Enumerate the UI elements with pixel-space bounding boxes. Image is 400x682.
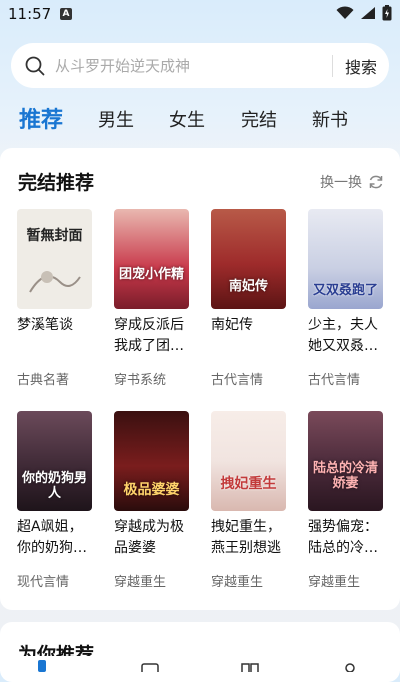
book-cover[interactable]: 极品婆婆 <box>114 411 189 511</box>
book-category: 穿越重生 <box>308 575 361 590</box>
book-category: 现代言情 <box>17 575 70 590</box>
book-cover[interactable]: 南妃传 <box>211 209 286 309</box>
book-category: 穿越重生 <box>114 575 167 590</box>
cover-title: 又双叒跑了 <box>312 283 378 298</box>
book-cover[interactable]: 团宠小作精 <box>114 209 189 309</box>
book-item[interactable]: 陆总的冷清娇妻 强势偏宠：陆总的冷… 穿越重生 <box>308 411 384 590</box>
book-title: 穿越成为极品婆婆 <box>114 519 184 556</box>
book-cover[interactable]: 你的奶狗男人 <box>17 411 92 511</box>
signal-icon <box>361 7 375 19</box>
tab-male[interactable]: 男生 <box>98 104 134 138</box>
tab-new-books[interactable]: 新书 <box>312 104 348 138</box>
book-item[interactable]: 又双叒跑了 少主，夫人她又双叒… 古代言情 <box>308 209 384 388</box>
search-bar[interactable]: 搜索 <box>11 43 389 88</box>
section-title: 完结推荐 <box>18 172 95 194</box>
status-icons <box>336 5 392 21</box>
category-tabs: 推荐 男生 女生 完结 新书 <box>0 104 400 138</box>
book-category: 古代言情 <box>211 373 264 388</box>
notification-badge: A <box>60 8 72 20</box>
bottom-nav <box>0 656 400 672</box>
completed-recommend-section: 完结推荐 换一换 暂無封面 梦溪笔谈 古典名著 团宠小作精 穿成反派后我成了团…… <box>0 148 400 610</box>
book-category: 古典名著 <box>17 373 70 388</box>
book-item[interactable]: 你的奶狗男人 超A飒姐，你的奶狗… 现代言情 <box>17 411 93 590</box>
search-input[interactable] <box>53 55 332 76</box>
refresh-button[interactable]: 换一换 <box>320 172 384 192</box>
search-icon <box>25 56 45 75</box>
cover-illustration <box>29 271 81 293</box>
cover-title: 极品婆婆 <box>123 482 180 498</box>
book-title: 超A飒姐，你的奶狗… <box>17 519 87 556</box>
category-nav-icon[interactable] <box>140 660 160 672</box>
book-item[interactable]: 拽妃重生 拽妃重生，燕王别想逃 穿越重生 <box>211 411 287 590</box>
bookstore-nav-icon[interactable] <box>32 660 52 672</box>
book-title: 南妃传 <box>211 317 253 333</box>
book-cover[interactable]: 拽妃重生 <box>211 411 286 511</box>
status-time: 11:57 <box>8 5 52 23</box>
battery-icon <box>382 5 392 21</box>
book-title: 穿成反派后我成了团… <box>114 317 184 354</box>
for-you-section: 为你推荐 <box>0 622 400 682</box>
cover-title: 你的奶狗男人 <box>21 471 87 501</box>
cover-title: 暂無封面 <box>26 228 83 244</box>
book-item[interactable]: 南妃传 南妃传 古代言情 <box>211 209 287 388</box>
cover-title: 拽妃重生 <box>220 476 277 492</box>
tab-female[interactable]: 女生 <box>169 104 205 138</box>
cover-title: 南妃传 <box>228 279 268 294</box>
book-title: 拽妃重生，燕王别想逃 <box>211 519 281 556</box>
bookshelf-nav-icon[interactable] <box>240 660 260 672</box>
status-bar: 11:57 A <box>0 0 400 30</box>
book-title: 少主，夫人她又双叒… <box>308 317 378 354</box>
book-title: 梦溪笔谈 <box>17 317 73 333</box>
cover-title: 团宠小作精 <box>118 267 184 282</box>
book-category: 古代言情 <box>308 373 361 388</box>
refresh-icon <box>369 175 383 189</box>
book-item[interactable]: 团宠小作精 穿成反派后我成了团… 穿书系统 <box>114 209 190 388</box>
refresh-label: 换一换 <box>320 175 362 191</box>
book-item[interactable]: 极品婆婆 穿越成为极品婆婆 穿越重生 <box>114 411 190 590</box>
cover-title: 陆总的冷清娇妻 <box>312 461 378 491</box>
search-button[interactable]: 搜索 <box>333 54 389 78</box>
book-cover[interactable]: 陆总的冷清娇妻 <box>308 411 383 511</box>
book-item[interactable]: 暂無封面 梦溪笔谈 古典名著 <box>17 209 93 388</box>
book-cover[interactable]: 暂無封面 <box>17 209 92 309</box>
book-category: 穿书系统 <box>114 373 167 388</box>
tab-recommend[interactable]: 推荐 <box>19 104 63 138</box>
book-category: 穿越重生 <box>211 575 264 590</box>
book-title: 强势偏宠：陆总的冷… <box>308 519 378 556</box>
profile-nav-icon[interactable] <box>340 660 360 672</box>
tab-completed[interactable]: 完结 <box>241 104 277 138</box>
wifi-icon <box>336 6 354 19</box>
book-cover[interactable]: 又双叒跑了 <box>308 209 383 309</box>
